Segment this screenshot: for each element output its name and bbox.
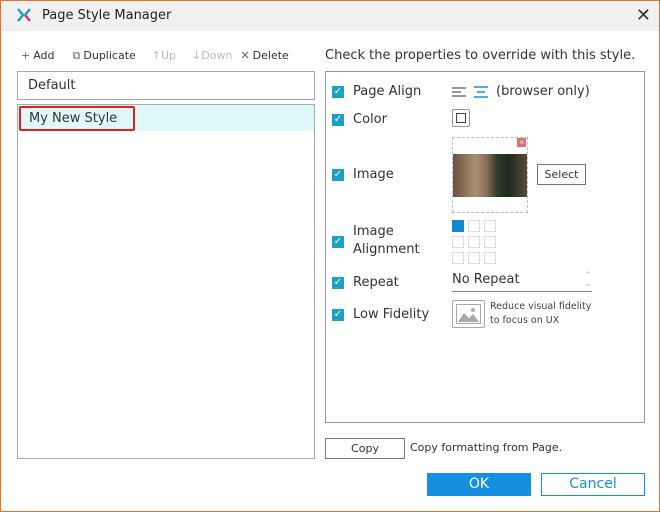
duplicate-button[interactable]: ⧉ Duplicate: [73, 49, 136, 63]
ok-button[interactable]: OK: [427, 473, 531, 496]
arrow-up-icon: ↑: [151, 49, 161, 62]
image-alignment-grid: [452, 220, 496, 264]
arrow-down-icon: ↓: [192, 49, 202, 62]
repeat-row: ✓ Repeat: [332, 275, 399, 290]
image-alignment-checkbox[interactable]: ✓: [332, 236, 344, 248]
low-fidelity-label: Low Fidelity: [353, 307, 430, 322]
repeat-label: Repeat: [353, 275, 399, 290]
delete-button[interactable]: ✕ Delete: [240, 49, 288, 63]
color-row: ✓ Color: [332, 112, 387, 127]
up-label: Up: [161, 49, 177, 62]
image-row: ✓ Image: [332, 167, 394, 182]
style-list: My New Style: [17, 104, 315, 459]
image-alignment-row: ✓ Image Alignment: [332, 224, 420, 257]
duplicate-label: Duplicate: [83, 49, 136, 62]
image-placeholder-icon: [456, 304, 481, 324]
image-alignment-label-2: Alignment: [353, 242, 420, 257]
low-fidelity-checkbox[interactable]: ✓: [332, 308, 344, 321]
style-name[interactable]: My New Style: [19, 106, 135, 131]
override-hint: Check the properties to override with th…: [325, 48, 636, 63]
default-style-item[interactable]: Default: [17, 71, 315, 100]
title-bar: Page Style Manager ✕: [1, 1, 659, 31]
add-label: Add: [33, 49, 55, 62]
copy-description: Copy formatting from Page.: [410, 441, 563, 454]
align-middle-left[interactable]: [452, 236, 464, 248]
repeat-checkbox[interactable]: ✓: [332, 276, 344, 289]
repeat-value: No Repeat: [452, 272, 520, 287]
select-image-button[interactable]: Select: [537, 164, 586, 185]
page-align-checkbox[interactable]: ✓: [332, 85, 344, 98]
align-left-icon[interactable]: [452, 86, 466, 98]
down-button[interactable]: ↓Down: [192, 49, 232, 63]
dialog-window: Page Style Manager ✕ + Add ⧉ Duplicate ↑Up…: [0, 0, 660, 512]
copy-button[interactable]: Copy: [325, 438, 405, 459]
down-label: Down: [201, 49, 233, 62]
align-middle-center[interactable]: [468, 236, 480, 248]
cancel-button[interactable]: Cancel: [541, 473, 645, 496]
plus-icon: +: [21, 49, 31, 62]
align-middle-right[interactable]: [484, 236, 496, 248]
browser-only-note: (browser only): [496, 84, 590, 99]
window-title: Page Style Manager: [42, 8, 172, 23]
list-item[interactable]: My New Style: [18, 105, 314, 131]
remove-image-icon[interactable]: ×: [517, 138, 526, 147]
app-logo-icon: [17, 8, 31, 22]
low-fidelity-description: Reduce visual fidelity to focus on UX: [490, 300, 591, 328]
image-label: Image: [353, 167, 394, 182]
image-preview[interactable]: ×: [452, 137, 528, 213]
page-align-control: (browser only): [452, 84, 590, 99]
x-icon: ✕: [240, 49, 250, 62]
align-top-center[interactable]: [468, 220, 480, 232]
style-toolbar: + Add ⧉ Duplicate ↑Up ↓Down ✕ Delete: [21, 49, 307, 63]
color-swatch[interactable]: [452, 109, 470, 127]
page-align-row: ✓ Page Align: [332, 84, 421, 99]
updown-chevron-icon: ⌃ ⌄: [584, 271, 592, 289]
page-align-label: Page Align: [353, 84, 422, 99]
delete-label: Delete: [252, 49, 289, 62]
add-button[interactable]: + Add: [21, 49, 55, 63]
low-fidelity-desc-2: to focus on UX: [490, 315, 560, 326]
low-fidelity-row: ✓ Low Fidelity: [332, 307, 429, 322]
pug-photo: [453, 154, 527, 197]
repeat-select[interactable]: No Repeat ⌃ ⌄: [452, 272, 592, 292]
low-fidelity-desc-1: Reduce visual fidelity: [490, 301, 592, 312]
up-button[interactable]: ↑Up: [152, 49, 176, 63]
align-bottom-center[interactable]: [468, 252, 480, 264]
duplicate-icon: ⧉: [72, 49, 81, 62]
align-center-icon[interactable]: [474, 85, 488, 98]
low-fidelity-toggle[interactable]: [452, 300, 485, 328]
properties-panel: ✓ Page Align (browser only) ✓ Color ✓ Im…: [325, 71, 645, 423]
image-alignment-label-1: Image: [353, 224, 394, 239]
close-icon[interactable]: ✕: [636, 5, 651, 26]
color-label: Color: [353, 112, 387, 127]
align-bottom-right[interactable]: [484, 252, 496, 264]
color-checkbox[interactable]: ✓: [332, 113, 344, 126]
image-checkbox[interactable]: ✓: [332, 168, 344, 181]
align-top-right[interactable]: [484, 220, 496, 232]
align-bottom-left[interactable]: [452, 252, 464, 264]
align-top-left[interactable]: [452, 220, 464, 232]
